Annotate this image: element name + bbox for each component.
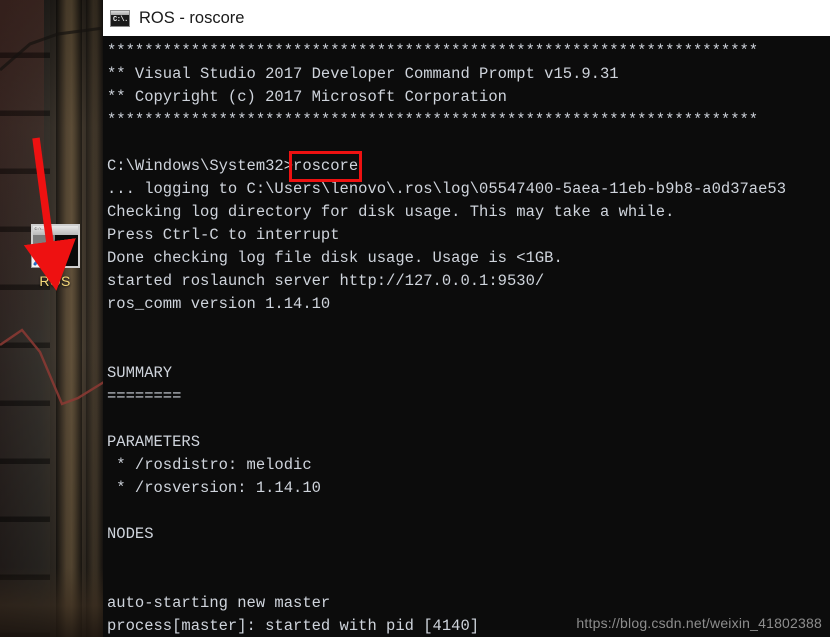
- console-line: started roslaunch server http://127.0.0.…: [107, 272, 545, 290]
- ros-shortcut-icon[interactable]: C:\.: [30, 224, 80, 268]
- console-line: Press Ctrl-C to interrupt: [107, 226, 340, 244]
- console-line: ros_comm version 1.14.10: [107, 295, 331, 313]
- console-command-line: C:\Windows\System32>roscore: [107, 151, 830, 182]
- console-lines: ****************************************…: [107, 40, 830, 637]
- console-line: * /rosdistro: melodic: [107, 456, 312, 474]
- wallpaper-floor: [0, 567, 104, 637]
- console-line: PARAMETERS: [107, 433, 201, 451]
- console-line: * /rosversion: 1.14.10: [107, 479, 321, 497]
- watermark-text: https://blog.csdn.net/weixin_41802388: [576, 615, 822, 631]
- console-line: Done checking log file disk usage. Usage…: [107, 249, 563, 267]
- console-line: SUMMARY: [107, 364, 173, 382]
- console-line: ****************************************…: [107, 111, 759, 129]
- wallpaper-post-left: [56, 0, 82, 637]
- terminal-window[interactable]: C:\. ROS - roscore *********************…: [103, 0, 830, 637]
- highlighted-command: roscore: [289, 151, 363, 182]
- wallpaper-bricks: [0, 0, 50, 637]
- console-line: NODES: [107, 525, 154, 543]
- icon-titlebar: C:\.: [32, 226, 78, 235]
- window-title: ROS - roscore: [139, 8, 245, 27]
- window-title-bar[interactable]: C:\. ROS - roscore: [103, 0, 830, 36]
- console-line: auto-starting new master: [107, 594, 331, 612]
- console-line: ... logging to C:\Users\lenovo\.ros\log\…: [107, 180, 787, 198]
- console-window-icon: C:\.: [110, 9, 130, 27]
- console-line: ****************************************…: [107, 42, 759, 60]
- screen: C:\. ROS C:\. ROS - roscore ************…: [0, 0, 830, 637]
- desktop-icon-ros[interactable]: C:\. ROS: [22, 224, 88, 289]
- console-line: ** Visual Studio 2017 Developer Command …: [107, 65, 619, 83]
- console-line: ** Copyright (c) 2017 Microsoft Corporat…: [107, 88, 507, 106]
- icon-prompt-glyph: C:\.: [113, 15, 128, 24]
- desktop-icon-label: ROS: [39, 273, 71, 289]
- console-line: ========: [107, 387, 182, 405]
- console-prompt: C:\Windows\System32>: [107, 157, 294, 175]
- shortcut-overlay-icon: [30, 251, 48, 268]
- console-output-area[interactable]: ****************************************…: [103, 36, 830, 637]
- console-line: Checking log directory for disk usage. T…: [107, 203, 675, 221]
- icon-title-strip: [111, 10, 129, 15]
- wallpaper-post-right: [86, 0, 104, 637]
